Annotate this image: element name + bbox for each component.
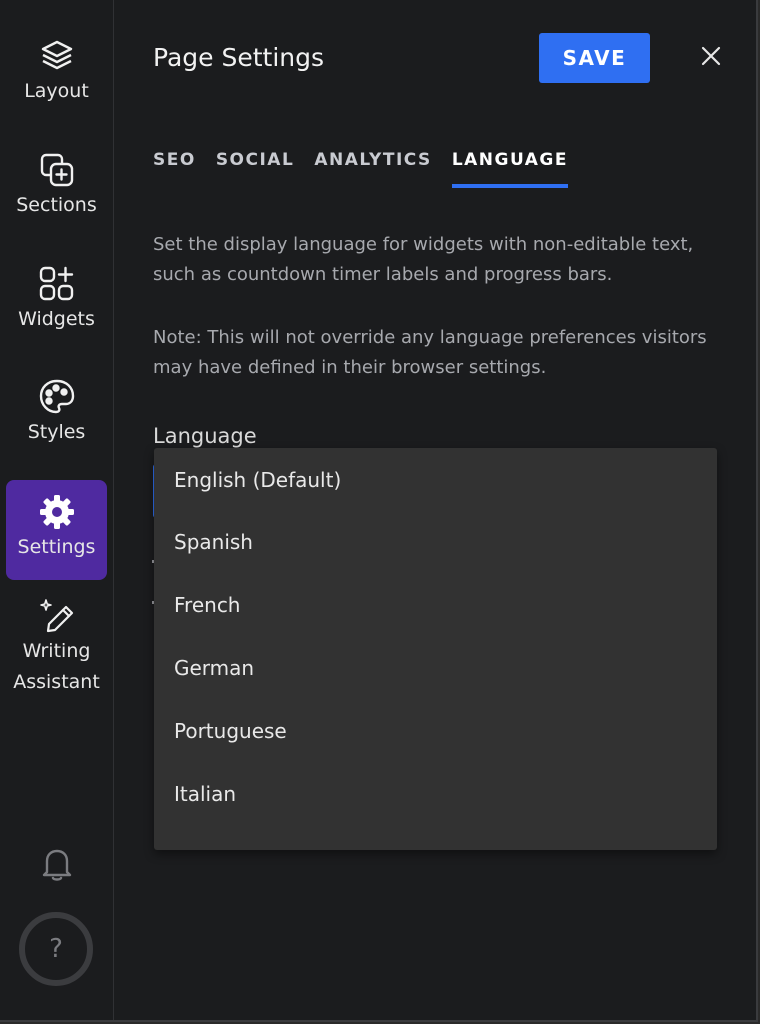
layers-icon <box>37 36 77 76</box>
sidebar-item-sections[interactable]: Sections <box>6 150 107 221</box>
sidebar-item-label: Sections <box>16 194 97 216</box>
sidebar-item-writing-assistant[interactable]: Writing Assistant <box>6 596 107 698</box>
palette-icon <box>37 377 77 417</box>
help-button[interactable]: ? <box>19 912 93 986</box>
language-option[interactable]: Spanish <box>154 511 717 574</box>
language-option[interactable]: Portuguese <box>154 700 717 763</box>
sidebar-item-label: Styles <box>27 421 86 443</box>
sidebar-item-label: Settings <box>17 536 96 558</box>
language-option[interactable]: English (Default) <box>154 449 717 511</box>
language-option[interactable]: Italian <box>154 763 717 826</box>
sidebar-item-styles[interactable]: Styles <box>6 377 107 448</box>
language-description: Set the display language for widgets wit… <box>153 234 694 285</box>
language-dropdown-menu: English (Default) Spanish French German … <box>154 448 717 850</box>
gear-icon <box>37 492 77 532</box>
sidebar-item-label-line2: Assistant <box>13 671 100 693</box>
sidebar-item-layout[interactable]: Layout <box>6 36 107 107</box>
tab-seo[interactable]: SEO <box>153 150 196 188</box>
sidebar-item-label: Layout <box>24 80 89 102</box>
sparkle-pen-icon <box>37 596 77 636</box>
sidebar: Layout Sections Widgets Styles Settings … <box>0 0 114 1020</box>
language-note: Note: This will not override any languag… <box>153 327 707 378</box>
tab-social[interactable]: SOCIAL <box>216 150 295 188</box>
tab-analytics[interactable]: ANALYTICS <box>314 150 432 188</box>
page-settings-app: Layout Sections Widgets Styles Settings … <box>0 0 758 1022</box>
save-button[interactable]: SAVE <box>539 33 650 83</box>
sidebar-item-label-line1: Writing <box>22 640 91 662</box>
help-label: ? <box>49 934 63 964</box>
language-option[interactable]: French <box>154 574 717 637</box>
widgets-icon <box>37 264 77 304</box>
settings-tabs: SEO SOCIAL ANALYTICS LANGUAGE <box>153 150 568 188</box>
close-icon[interactable] <box>697 42 725 70</box>
language-option[interactable]: German <box>154 637 717 700</box>
page-title: Page Settings <box>153 43 325 72</box>
bell-icon[interactable] <box>36 843 78 885</box>
sidebar-item-settings[interactable]: Settings <box>6 480 107 580</box>
add-section-icon <box>37 150 77 190</box>
sidebar-item-widgets[interactable]: Widgets <box>6 264 107 335</box>
sidebar-item-label: Widgets <box>18 308 95 330</box>
tab-language[interactable]: LANGUAGE <box>451 150 568 188</box>
